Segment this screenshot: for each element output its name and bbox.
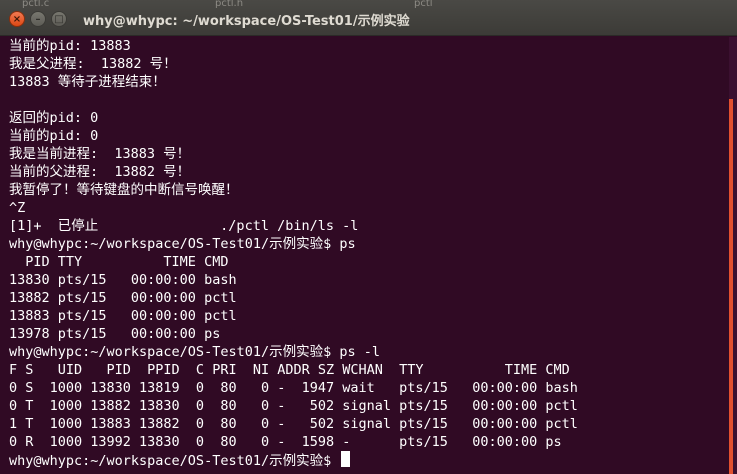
terminal-line: 当前的pid: 0: [9, 128, 99, 144]
terminal-line: [1]+ 已停止 ./pctl /bin/ls -l: [9, 218, 359, 234]
terminal-line: 13883 pts/15 00:00:00 pctl: [9, 308, 237, 324]
title-bar[interactable]: pctl.c pctl.h pctl × – □ why@whypc: ~/wo…: [0, 0, 737, 36]
background-window-tab: pctl.h: [215, 0, 244, 8]
terminal-line: why@whypc:~/workspace/OS-Test01/示例实验$ ps…: [9, 344, 380, 360]
terminal-line: PID TTY TIME CMD: [9, 254, 229, 270]
terminal-prompt: why@whypc:~/workspace/OS-Test01/示例实验$: [9, 453, 340, 469]
terminal-line: 0 S 1000 13830 13819 0 80 0 - 1947 wait …: [9, 380, 578, 396]
scrollbar[interactable]: [729, 37, 737, 474]
terminal-window: pctl.c pctl.h pctl × – □ why@whypc: ~/wo…: [0, 0, 737, 474]
background-window-tab: pctl: [414, 0, 433, 8]
scrollbar-thumb[interactable]: [729, 99, 733, 474]
close-icon[interactable]: ×: [9, 11, 25, 27]
terminal-line: 13882 pts/15 00:00:00 pctl: [9, 290, 237, 306]
terminal-line: 我是当前进程: 13883 号！: [9, 146, 191, 162]
terminal-line: 0 R 1000 13992 13830 0 80 0 - 1598 - pts…: [9, 434, 562, 450]
terminal-line: 当前的pid: 13883: [9, 38, 131, 54]
terminal-line: 当前的父进程: 13882 号！: [9, 164, 191, 180]
terminal-line: 13830 pts/15 00:00:00 bash: [9, 272, 237, 288]
terminal-output[interactable]: 当前的pid: 13883 我是父进程: 13882 号！ 13883 等待子进程结…: [9, 37, 725, 474]
terminal-line: 我暂停了！等待键盘的中断信号唤醒！: [9, 182, 239, 198]
terminal-line: F S UID PID PPID C PRI NI ADDR SZ WCHAN …: [9, 362, 570, 378]
terminal-prompt-line[interactable]: why@whypc:~/workspace/OS-Test01/示例实验$: [9, 451, 725, 469]
terminal-line: why@whypc:~/workspace/OS-Test01/示例实验$ ps: [9, 236, 356, 252]
terminal-line: 13978 pts/15 00:00:00 ps: [9, 326, 221, 342]
background-window-tab: pctl.c: [22, 0, 50, 8]
text-cursor: [341, 451, 351, 467]
terminal-line: ^Z: [9, 200, 26, 216]
terminal-line: 13883 等待子进程结束！: [9, 74, 166, 90]
terminal-line: 返回的pid: 0: [9, 110, 99, 126]
terminal-line: 0 T 1000 13882 13830 0 80 0 - 502 signal…: [9, 398, 578, 414]
terminal-lines: 当前的pid: 13883 我是父进程: 13882 号！ 13883 等待子进程结…: [9, 37, 725, 451]
minimize-icon[interactable]: –: [30, 11, 46, 27]
terminal-line: 我是父进程: 13882 号！: [9, 56, 177, 72]
maximize-icon[interactable]: □: [51, 11, 67, 27]
window-title: why@whypc: ~/workspace/OS-Test01/示例实验: [83, 14, 410, 29]
terminal-line: 1 T 1000 13883 13882 0 80 0 - 502 signal…: [9, 416, 578, 432]
